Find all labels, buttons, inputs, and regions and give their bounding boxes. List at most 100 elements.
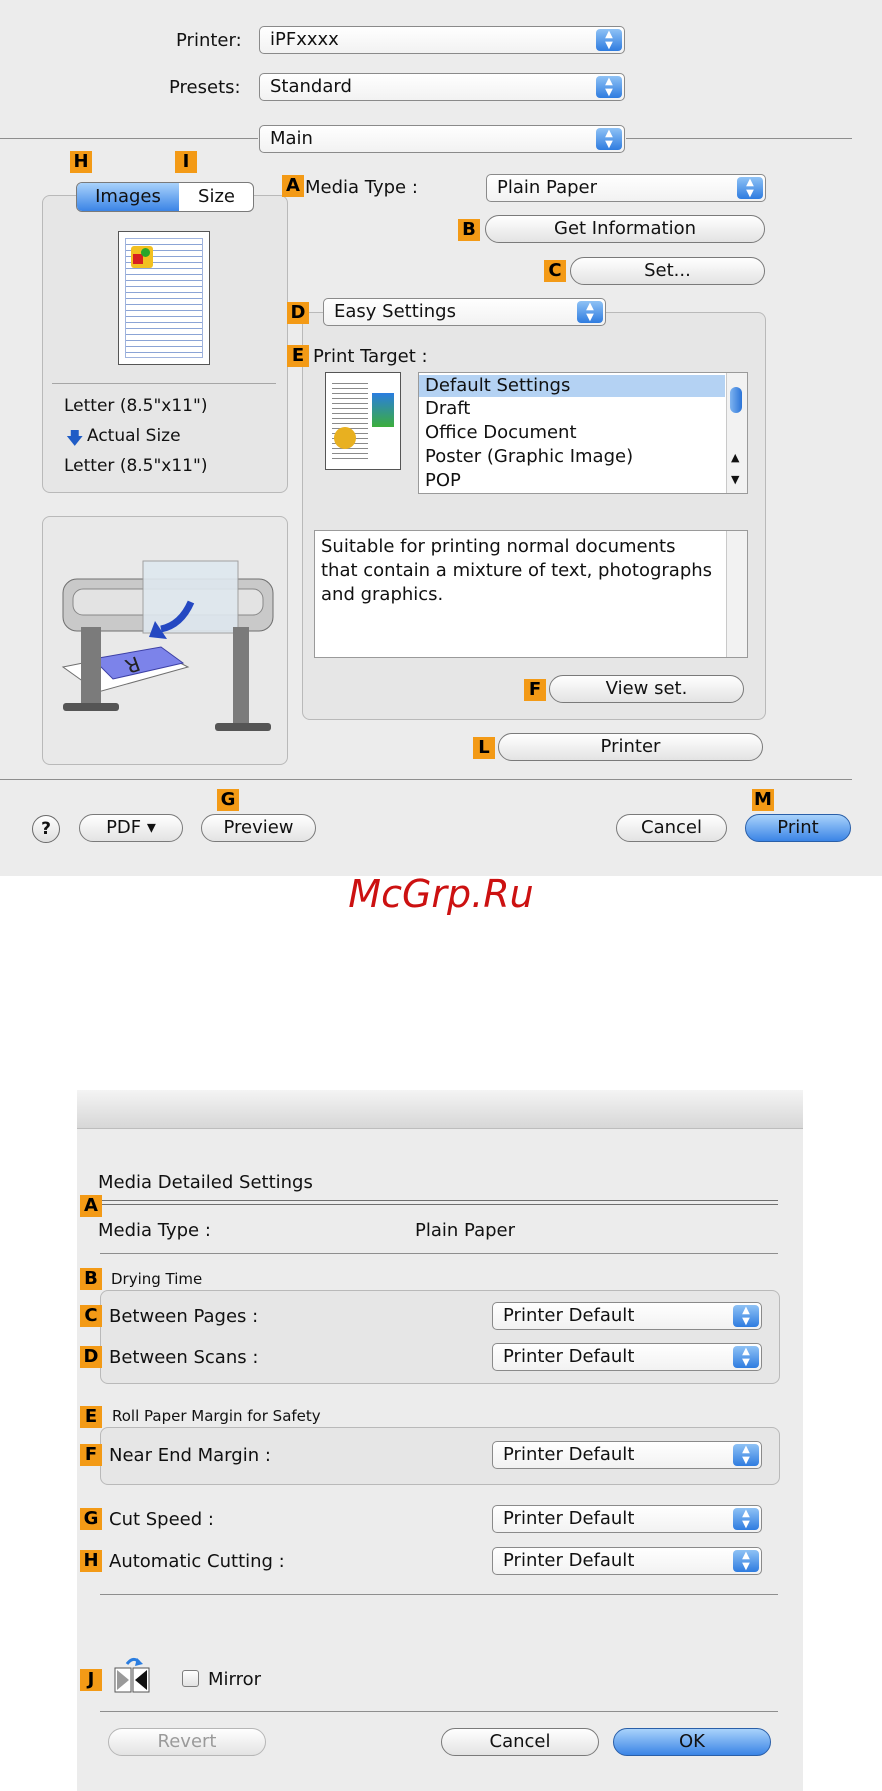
mirror-icon bbox=[113, 1656, 153, 1696]
scroll-down-icon[interactable]: ▼ bbox=[731, 473, 739, 486]
revert-button[interactable]: Revert bbox=[108, 1728, 266, 1756]
print-target-label: Print Target : bbox=[313, 346, 428, 367]
callout-b: B bbox=[80, 1268, 102, 1290]
panel-value: Main bbox=[270, 128, 313, 149]
callout-d: D bbox=[80, 1346, 102, 1368]
media-type-label: Media Type : bbox=[305, 177, 418, 198]
cut-speed-value: Printer Default bbox=[503, 1508, 635, 1529]
callout-h: H bbox=[80, 1550, 102, 1572]
divider bbox=[100, 1594, 778, 1595]
between-pages-value: Printer Default bbox=[503, 1305, 635, 1326]
cut-speed-select[interactable]: Printer Default ▲ ▼ bbox=[492, 1505, 762, 1533]
between-scans-value: Printer Default bbox=[503, 1346, 635, 1367]
automatic-cutting-select[interactable]: Printer Default ▲ ▼ bbox=[492, 1547, 762, 1575]
help-button[interactable]: ? bbox=[32, 815, 60, 843]
popup-arrows-icon: ▲ ▼ bbox=[577, 301, 603, 323]
between-pages-label: Between Pages : bbox=[109, 1306, 259, 1327]
media-type-value: Plain Paper bbox=[497, 177, 597, 198]
callout-c: C bbox=[80, 1305, 102, 1327]
between-pages-select[interactable]: Printer Default ▲ ▼ bbox=[492, 1302, 762, 1330]
callout-g: G bbox=[217, 789, 239, 811]
callout-a: A bbox=[80, 1195, 102, 1217]
between-scans-label: Between Scans : bbox=[109, 1347, 259, 1368]
tab-images[interactable]: Images bbox=[77, 183, 179, 211]
description-box: Suitable for printing normal documents t… bbox=[314, 530, 748, 658]
mirror-label: Mirror bbox=[208, 1669, 262, 1690]
set-button[interactable]: Set... bbox=[570, 257, 765, 285]
list-item[interactable]: Default Settings bbox=[419, 375, 725, 397]
callout-f: F bbox=[80, 1444, 102, 1466]
cancel-button[interactable]: Cancel bbox=[441, 1728, 599, 1756]
scroll-up-icon[interactable]: ▲ bbox=[731, 451, 739, 464]
view-set-button[interactable]: View set. bbox=[549, 675, 744, 703]
cancel-button[interactable]: Cancel bbox=[616, 814, 727, 842]
preview-button[interactable]: Preview bbox=[201, 814, 316, 842]
popup-arrows-icon: ▲ ▼ bbox=[733, 1444, 759, 1466]
tab-bar: Images Size bbox=[76, 182, 254, 212]
near-end-margin-value: Printer Default bbox=[503, 1444, 635, 1465]
near-end-margin-label: Near End Margin : bbox=[109, 1445, 271, 1466]
title-divider bbox=[98, 1200, 778, 1205]
large-format-printer-icon: R bbox=[61, 560, 274, 731]
size-from: Letter (8.5"x11") bbox=[64, 396, 208, 416]
printer-select[interactable]: iPFxxxx ▲ ▼ bbox=[259, 26, 625, 54]
get-information-button[interactable]: Get Information bbox=[485, 215, 765, 243]
divider bbox=[52, 383, 276, 384]
print-button[interactable]: Print bbox=[745, 814, 851, 842]
callout-c: C bbox=[544, 260, 566, 282]
presets-value: Standard bbox=[270, 76, 352, 97]
list-item[interactable]: Office Document bbox=[425, 422, 577, 444]
page-thumbnail bbox=[118, 231, 210, 365]
size-to: Letter (8.5"x11") bbox=[64, 456, 208, 476]
popup-arrows-icon: ▲ ▼ bbox=[733, 1550, 759, 1572]
printer-button[interactable]: Printer bbox=[498, 733, 763, 761]
media-type-select[interactable]: Plain Paper ▲ ▼ bbox=[486, 174, 766, 202]
list-scrollbar[interactable]: ▲ ▼ bbox=[726, 373, 747, 493]
printer-label: Printer: bbox=[176, 30, 242, 51]
callout-i: I bbox=[175, 151, 197, 173]
easy-settings-value: Easy Settings bbox=[334, 301, 456, 322]
popup-arrows-icon: ▲ ▼ bbox=[737, 177, 763, 199]
callout-e: E bbox=[287, 345, 309, 367]
callout-m: M bbox=[752, 789, 774, 811]
scroll-thumb[interactable] bbox=[730, 387, 742, 413]
drying-time-label: Drying Time bbox=[111, 1270, 203, 1288]
automatic-cutting-value: Printer Default bbox=[503, 1550, 635, 1571]
tab-size[interactable]: Size bbox=[180, 183, 253, 211]
ok-button[interactable]: OK bbox=[613, 1728, 771, 1756]
media-type-label: Media Type : bbox=[98, 1220, 211, 1241]
image-icon bbox=[131, 246, 153, 268]
popup-arrows-icon: ▲ ▼ bbox=[733, 1305, 759, 1327]
list-item[interactable]: POP bbox=[425, 470, 461, 492]
popup-arrows-icon: ▲ ▼ bbox=[733, 1346, 759, 1368]
divider bbox=[100, 1253, 778, 1254]
near-end-margin-select[interactable]: Printer Default ▲ ▼ bbox=[492, 1441, 762, 1469]
printer-value: iPFxxxx bbox=[270, 29, 339, 50]
callout-b: B bbox=[458, 219, 480, 241]
pdf-button[interactable]: PDF ▾ bbox=[79, 814, 183, 842]
mirror-checkbox[interactable] bbox=[182, 1670, 199, 1687]
popup-arrows-icon: ▲ ▼ bbox=[733, 1508, 759, 1530]
popup-arrows-icon: ▲ ▼ bbox=[596, 29, 622, 51]
presets-select[interactable]: Standard ▲ ▼ bbox=[259, 73, 625, 101]
divider bbox=[100, 1711, 778, 1712]
divider bbox=[626, 138, 852, 139]
callout-g: G bbox=[80, 1508, 102, 1530]
panel-select[interactable]: Main ▲ ▼ bbox=[259, 125, 625, 153]
roll-margin-label: Roll Paper Margin for Safety bbox=[112, 1407, 321, 1425]
list-item[interactable]: Poster (Graphic Image) bbox=[425, 446, 633, 468]
dialog-title: Media Detailed Settings bbox=[98, 1172, 313, 1193]
list-item[interactable]: Draft bbox=[425, 398, 470, 420]
description-text: Suitable for printing normal documents t… bbox=[321, 536, 713, 605]
presets-label: Presets: bbox=[169, 77, 241, 98]
easy-settings-select[interactable]: Easy Settings ▲ ▼ bbox=[323, 298, 606, 326]
print-target-list[interactable]: Default Settings Draft Office Document P… bbox=[418, 372, 748, 494]
callout-h: H bbox=[70, 151, 92, 173]
popup-arrows-icon: ▲ ▼ bbox=[596, 128, 622, 150]
callout-f: F bbox=[524, 679, 546, 701]
between-scans-select[interactable]: Printer Default ▲ ▼ bbox=[492, 1343, 762, 1371]
printer-illustration: R bbox=[42, 516, 288, 765]
callout-a: A bbox=[282, 175, 304, 197]
callout-l: L bbox=[473, 737, 495, 759]
description-scrollbar[interactable] bbox=[726, 531, 747, 657]
